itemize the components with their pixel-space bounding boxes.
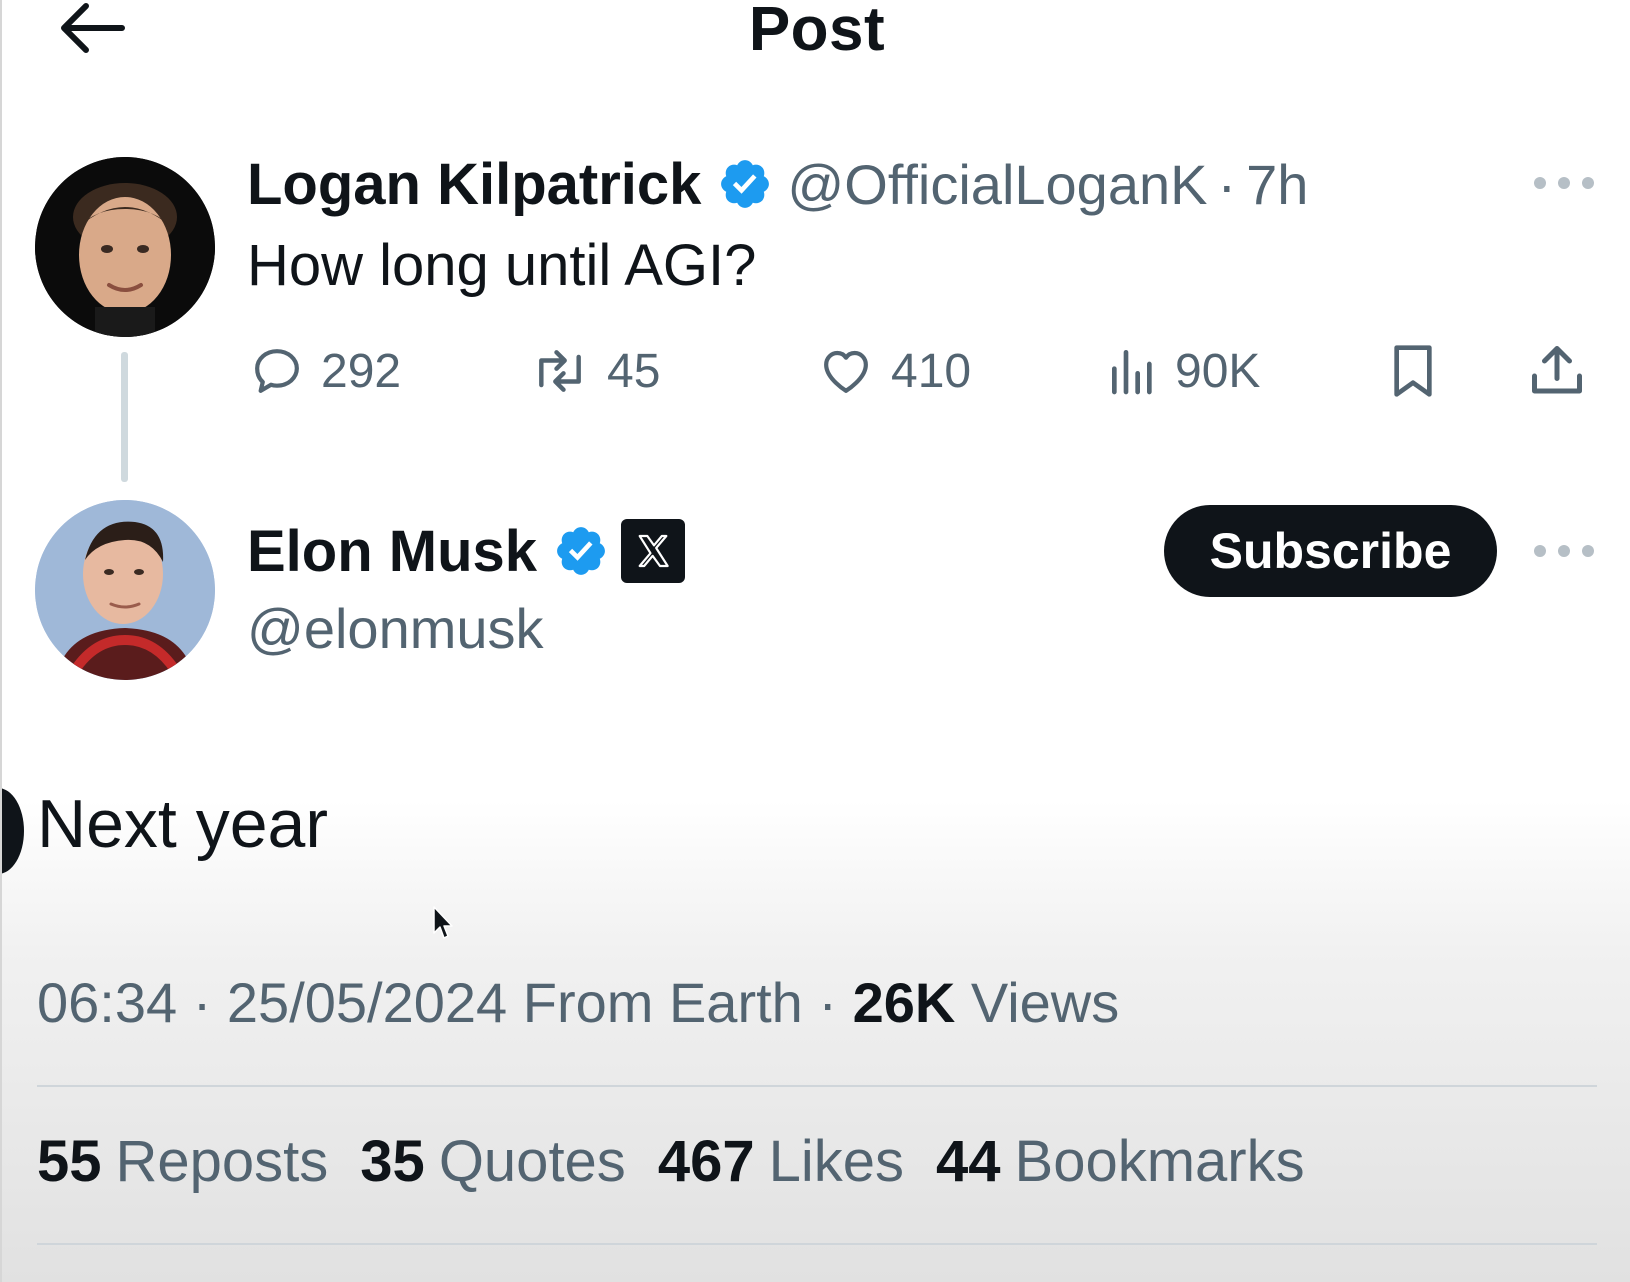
reply-count: 292 bbox=[321, 344, 402, 398]
original-post-actions: 292 45 410 90K bbox=[247, 333, 1587, 409]
more-horizontal-icon[interactable] bbox=[1534, 541, 1594, 561]
reply-post-header: Elon Musk bbox=[247, 514, 686, 588]
reply-icon bbox=[255, 349, 299, 393]
subscribe-button[interactable]: Subscribe bbox=[1164, 505, 1497, 597]
repost-count: 45 bbox=[607, 344, 661, 398]
bookmark-icon bbox=[1394, 345, 1432, 397]
x-glyph bbox=[638, 534, 669, 568]
x-logo-icon[interactable] bbox=[621, 519, 686, 583]
original-post-header: Logan Kilpatrick @OfficialLoganK · 7h bbox=[247, 148, 1308, 220]
avatar-elon[interactable] bbox=[35, 500, 215, 680]
bookmark-button[interactable] bbox=[1385, 333, 1441, 409]
avatar-logan[interactable] bbox=[35, 157, 215, 337]
author-name[interactable]: Elon Musk bbox=[247, 518, 537, 585]
reply-post-text: Next year bbox=[37, 786, 328, 862]
time-separator: · bbox=[1217, 152, 1237, 216]
engagement-stats: 55 Reposts 35 Quotes 467 Likes 44 Bookmarks bbox=[37, 1128, 1337, 1195]
like-count: 410 bbox=[891, 344, 972, 398]
views-button[interactable]: 90K bbox=[1105, 333, 1260, 409]
more-horizontal-icon[interactable] bbox=[1534, 173, 1594, 193]
avatar-image bbox=[35, 500, 215, 680]
stat-label: Likes bbox=[768, 1129, 904, 1194]
stat-count: 35 bbox=[360, 1129, 425, 1194]
repost-button[interactable]: 45 bbox=[527, 333, 660, 409]
reply-button[interactable]: 292 bbox=[247, 333, 401, 409]
post-source: From Earth bbox=[507, 971, 803, 1034]
verified-badge-icon bbox=[557, 527, 605, 575]
post-time[interactable]: 06:34 bbox=[37, 971, 177, 1034]
meta-separator: · bbox=[177, 971, 227, 1034]
original-post-text: How long until AGI? bbox=[247, 233, 757, 298]
share-upload-icon bbox=[1532, 346, 1582, 394]
views-label: Views bbox=[955, 971, 1120, 1034]
stat-count: 44 bbox=[936, 1129, 1001, 1194]
stat-label: Bookmarks bbox=[1014, 1129, 1305, 1194]
edge-indicator bbox=[2, 788, 24, 874]
repost-icon bbox=[539, 350, 581, 392]
stat-count: 467 bbox=[657, 1129, 755, 1194]
meta-separator: · bbox=[802, 971, 853, 1034]
avatar-image bbox=[35, 157, 215, 337]
stat-quotes[interactable]: 35 Quotes bbox=[360, 1128, 626, 1195]
heart-icon bbox=[824, 350, 868, 393]
stat-likes[interactable]: 467 Likes bbox=[658, 1128, 904, 1195]
author-name[interactable]: Logan Kilpatrick bbox=[247, 151, 701, 218]
stat-bookmarks[interactable]: 44 Bookmarks bbox=[936, 1128, 1305, 1195]
divider bbox=[37, 1243, 1597, 1245]
stat-label: Reposts bbox=[115, 1129, 329, 1194]
stat-count: 55 bbox=[37, 1129, 102, 1194]
share-button[interactable] bbox=[1527, 333, 1587, 409]
like-button[interactable]: 410 bbox=[815, 333, 971, 409]
post-metadata: 06:34 · 25/05/2024 From Earth · 26K View… bbox=[37, 970, 1119, 1035]
author-handle[interactable]: @OfficialLoganK bbox=[787, 152, 1207, 217]
post-page: Post Logan Kilpatrick @OfficialLoganK · … bbox=[0, 0, 1630, 1282]
divider bbox=[37, 1085, 1597, 1087]
mouse-cursor-icon bbox=[433, 906, 453, 939]
author-handle[interactable]: @elonmusk bbox=[247, 596, 544, 661]
stat-label: Quotes bbox=[438, 1129, 626, 1194]
post-date[interactable]: 25/05/2024 bbox=[227, 971, 507, 1034]
views-count: 90K bbox=[1175, 344, 1261, 398]
analytics-bars-icon bbox=[1112, 350, 1152, 395]
page-title: Post bbox=[748, 0, 886, 64]
views-count: 26K bbox=[852, 971, 956, 1034]
verified-badge-icon bbox=[721, 160, 770, 208]
post-time[interactable]: 7h bbox=[1246, 152, 1308, 217]
stat-reposts[interactable]: 55 Reposts bbox=[37, 1128, 328, 1195]
thread-connector-line bbox=[121, 352, 128, 482]
